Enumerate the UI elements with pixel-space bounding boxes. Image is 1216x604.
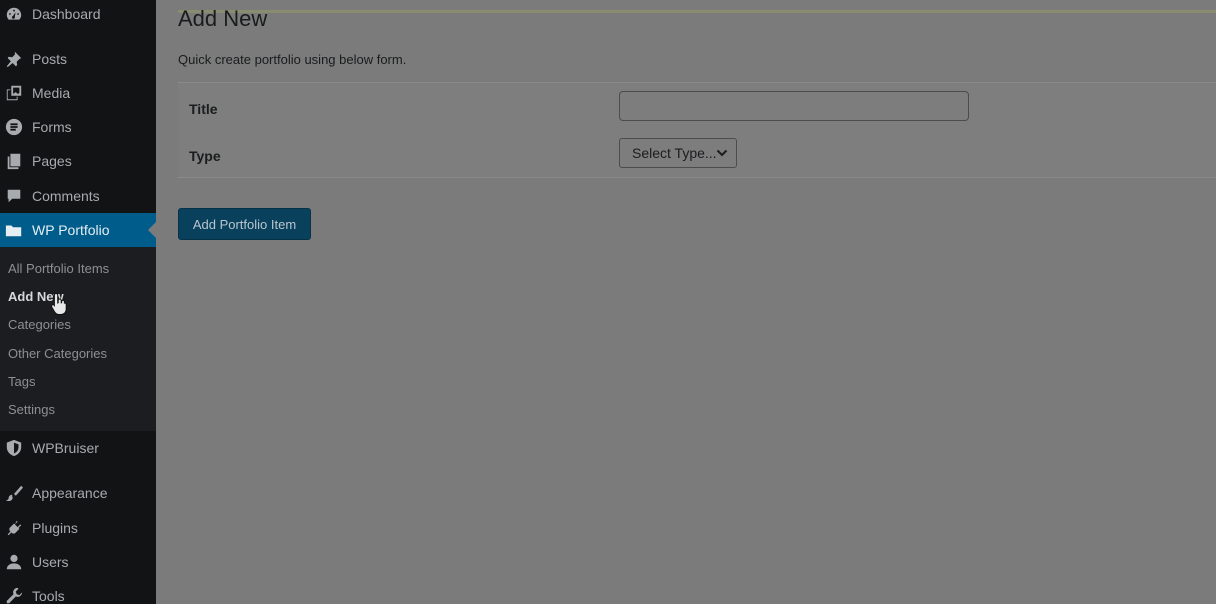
shield-icon — [4, 438, 24, 458]
hand-cursor-icon — [51, 292, 67, 315]
menu-dashboard[interactable]: Dashboard — [0, 0, 156, 31]
pages-icon — [4, 151, 24, 171]
menu-label: Comments — [32, 188, 100, 204]
menu-label: Appearance — [32, 485, 108, 501]
chevron-down-icon — [716, 149, 728, 157]
submenu-tags[interactable]: Tags — [8, 374, 35, 389]
folder-icon — [4, 220, 24, 240]
plug-icon — [4, 518, 24, 538]
page-description: Quick create portfolio using below form. — [178, 52, 407, 67]
menu-label: Posts — [32, 51, 68, 67]
menu-wpbruiser[interactable]: WPBruiser — [0, 431, 156, 465]
comment-icon — [4, 186, 24, 206]
type-label: Type — [189, 148, 221, 164]
menu-label: Dashboard — [32, 6, 101, 22]
add-portfolio-item-button[interactable]: Add Portfolio Item — [178, 208, 311, 240]
menu-label: WP Portfolio — [32, 222, 110, 238]
submenu-other-categories[interactable]: Other Categories — [8, 346, 107, 361]
menu-label: WPBruiser — [32, 440, 99, 456]
page-title: Add New — [178, 6, 268, 31]
wrench-icon — [4, 586, 24, 604]
submenu-settings[interactable]: Settings — [8, 402, 55, 417]
media-icon — [4, 83, 24, 103]
menu-label: Tools — [32, 588, 65, 604]
menu-users[interactable]: Users — [0, 545, 156, 579]
menu-media[interactable]: Media — [0, 76, 156, 110]
main-content: Add New Quick create portfolio using bel… — [156, 0, 1216, 604]
title-input[interactable] — [619, 91, 969, 121]
pin-icon — [4, 49, 24, 69]
menu-comments[interactable]: Comments — [0, 179, 156, 213]
menu-tools[interactable]: Tools — [0, 579, 156, 604]
type-select-value: Select Type... — [632, 145, 717, 161]
menu-label: Plugins — [32, 520, 78, 536]
menu-appearance[interactable]: Appearance — [0, 476, 156, 510]
menu-wp-portfolio[interactable]: WP Portfolio — [0, 213, 156, 247]
menu-label: Users — [32, 554, 69, 570]
portfolio-submenu: All Portfolio Items Add New Categories O… — [0, 247, 156, 431]
submenu-all-portfolio-items[interactable]: All Portfolio Items — [8, 261, 109, 276]
forms-icon — [4, 117, 24, 137]
menu-label: Pages — [32, 153, 72, 169]
menu-forms[interactable]: Forms — [0, 110, 156, 144]
menu-label: Forms — [32, 119, 72, 135]
dashboard-icon — [4, 4, 24, 24]
title-label: Title — [189, 101, 218, 117]
menu-pages[interactable]: Pages — [0, 144, 156, 178]
submenu-categories[interactable]: Categories — [8, 317, 71, 332]
brush-icon — [4, 483, 24, 503]
portfolio-form: Title Type Select Type... — [178, 82, 1216, 178]
admin-sidebar: Dashboard Posts Media Forms Pages Commen… — [0, 0, 156, 604]
notice-divider — [178, 10, 1216, 13]
menu-label: Media — [32, 85, 71, 101]
type-select[interactable]: Select Type... — [619, 138, 737, 168]
menu-plugins[interactable]: Plugins — [0, 511, 156, 545]
user-icon — [4, 552, 24, 572]
menu-posts[interactable]: Posts — [0, 42, 156, 76]
